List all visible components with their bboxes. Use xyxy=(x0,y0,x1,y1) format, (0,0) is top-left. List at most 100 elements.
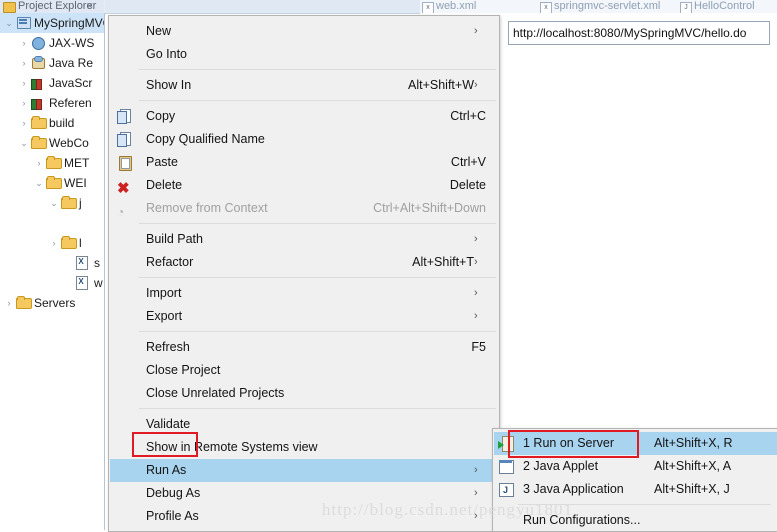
tree-item[interactable]: › Java Re xyxy=(0,53,104,73)
chevron-right-icon: › xyxy=(474,25,478,37)
tree-twisty-icon[interactable]: ⌄ xyxy=(19,133,29,153)
context-menu-item-label: Refactor xyxy=(146,255,194,269)
context-menu-item[interactable]: Validate xyxy=(110,413,498,436)
context-menu-item[interactable]: Restore from Local History... xyxy=(110,528,498,531)
context-menu-item-label: Delete xyxy=(146,178,183,192)
tree-twisty-icon[interactable]: › xyxy=(19,33,29,53)
tree-item[interactable] xyxy=(0,213,104,233)
run-as-submenu-item[interactable]: 2 Java Applet Alt+Shift+X, A xyxy=(494,455,777,478)
project-explorer-tree[interactable]: ⌄ MySpringMVC › JAX-WS › Java Re › JavaScr › Refe… xyxy=(0,13,105,530)
tree-twisty-icon[interactable] xyxy=(64,253,74,273)
tree-item[interactable]: ⌄ MySpringMVC xyxy=(0,13,104,33)
run-as-submenu-item[interactable]: Run Configurations... xyxy=(494,509,777,531)
tree-item[interactable]: › l xyxy=(0,233,104,253)
context-menu-item[interactable]: New › xyxy=(110,20,498,43)
tree-twisty-icon[interactable]: ⌄ xyxy=(49,193,59,213)
tree-item-label: MySpringMVC xyxy=(34,16,105,30)
editor-tab-label: springmvc-servlet.xml xyxy=(554,0,661,12)
run-as-submenu-item[interactable]: 3 Java Application Alt+Shift+X, J xyxy=(494,478,777,501)
context-menu-item[interactable]: Refactor Alt+Shift+T › xyxy=(110,251,498,274)
editor-tab-label: HelloControl xyxy=(694,0,755,12)
tree-item[interactable]: › Referen xyxy=(0,93,104,113)
chevron-right-icon: › xyxy=(474,287,478,299)
context-menu-item[interactable]: Profile As › xyxy=(110,505,498,528)
folder-icon xyxy=(31,136,47,150)
context-menu-item-label: Show in Remote Systems view xyxy=(146,440,318,454)
context-menu-item[interactable]: ✖ Delete Delete xyxy=(110,174,498,197)
close-icon[interactable]: ✕ xyxy=(86,0,94,13)
tree-item[interactable]: › Servers xyxy=(0,293,104,313)
menu-separator xyxy=(139,100,496,101)
run-as-submenu-item-shortcut: Alt+Shift+X, R xyxy=(654,436,733,450)
run-as-submenu[interactable]: 1 Run on Server Alt+Shift+X, R 2 Java Appl… xyxy=(492,428,777,532)
editor-tab-hellocontroller[interactable]: J HelloControl xyxy=(678,0,777,13)
context-menu-item-label: Restore from Local History... xyxy=(146,528,303,531)
context-menu-item[interactable]: Copy Ctrl+C xyxy=(110,105,498,128)
java-applet-icon xyxy=(498,459,514,474)
context-menu-item[interactable]: Build Path › xyxy=(110,228,498,251)
context-menu-item[interactable]: Refresh F5 xyxy=(110,336,498,359)
chevron-right-icon: › xyxy=(474,487,478,499)
context-menu-item-label: Copy Qualified Name xyxy=(146,132,265,146)
context-menu-item-shortcut: F5 xyxy=(471,340,486,354)
jar-icon xyxy=(31,56,47,70)
tree-item-label: l xyxy=(79,236,82,250)
context-menu-item-label: Copy xyxy=(146,109,176,123)
menu-separator xyxy=(139,69,496,70)
editor-tab-strip: x web.xml x springmvc-servlet.xml J Hell… xyxy=(420,0,777,14)
context-menu-item[interactable]: Show In Alt+Shift+W › xyxy=(110,74,498,97)
context-menu-item[interactable]: Paste Ctrl+V xyxy=(110,151,498,174)
tree-item[interactable]: › JavaScr xyxy=(0,73,104,93)
context-menu-item[interactable]: Close Project xyxy=(110,359,498,382)
context-menu-item[interactable]: Import › xyxy=(110,282,498,305)
context-menu-item[interactable]: Go Into xyxy=(110,43,498,66)
context-menu-item[interactable]: Run As › xyxy=(110,459,498,482)
tree-twisty-icon[interactable] xyxy=(64,273,74,293)
context-menu-item[interactable]: Debug As › xyxy=(110,482,498,505)
tree-twisty-icon[interactable]: ⌄ xyxy=(4,13,14,33)
delete-icon: ✖ xyxy=(117,180,130,197)
tree-item[interactable]: ⌄ j xyxy=(0,193,104,213)
context-menu-item-label: Import xyxy=(146,286,182,300)
tree-item-label: JavaScr xyxy=(49,76,93,90)
tree-twisty-icon[interactable]: › xyxy=(34,153,44,173)
run-as-submenu-item-label: 1 Run on Server xyxy=(523,436,615,450)
tree-twisty-icon[interactable]: › xyxy=(19,73,29,93)
tree-item[interactable]: w xyxy=(0,273,104,293)
tree-item[interactable]: ⌄ WebCo xyxy=(0,133,104,153)
tree-twisty-icon[interactable]: › xyxy=(49,233,59,253)
tree-item[interactable]: s xyxy=(0,253,104,273)
chevron-right-icon: › xyxy=(474,510,478,522)
editor-tab-springmvc-servlet-xml[interactable]: x springmvc-servlet.xml xyxy=(538,0,694,13)
project-context-menu[interactable]: New › Go Into Show In Alt+Shift+W › Copy Ctrl+C… xyxy=(108,15,500,532)
tree-item[interactable]: ⌄ WEI xyxy=(0,173,104,193)
url-input[interactable]: http://localhost:8080/MySpringMVC/hello.… xyxy=(508,21,770,45)
editor-tab-web-xml[interactable]: x web.xml xyxy=(420,0,554,13)
chevron-right-icon: › xyxy=(474,256,478,268)
tree-item[interactable]: › JAX-WS xyxy=(0,33,104,53)
run-as-submenu-item-label: 2 Java Applet xyxy=(523,459,599,473)
context-menu-item[interactable]: Export › xyxy=(110,305,498,328)
tree-twisty-icon[interactable]: ⌄ xyxy=(34,173,44,193)
context-menu-item-label: Paste xyxy=(146,155,178,169)
tree-twisty-icon[interactable]: › xyxy=(19,93,29,113)
view-toolbar: ▭ xyxy=(105,0,420,13)
tree-item[interactable]: › build xyxy=(0,113,104,133)
context-menu-item[interactable]: Close Unrelated Projects xyxy=(110,382,498,405)
tree-item[interactable]: › MET xyxy=(0,153,104,173)
context-menu-item-shortcut: Ctrl+V xyxy=(450,155,486,169)
jaxws-icon xyxy=(31,36,47,50)
run-as-submenu-item-label: 3 Java Application xyxy=(523,482,624,496)
context-menu-item[interactable]: Copy Qualified Name xyxy=(110,128,498,151)
tree-twisty-icon[interactable]: › xyxy=(19,113,29,133)
tree-twisty-icon[interactable]: › xyxy=(19,53,29,73)
context-icon: ◔ xyxy=(117,205,125,219)
run-as-submenu-item[interactable]: 1 Run on Server Alt+Shift+X, R xyxy=(494,432,777,455)
project-explorer-view-tab[interactable]: Project Explorer ✕ xyxy=(0,0,104,13)
folder-icon xyxy=(31,116,47,130)
context-menu-item-label: Build Path xyxy=(146,232,203,246)
menu-separator xyxy=(518,504,771,505)
tree-twisty-icon[interactable]: › xyxy=(4,293,14,313)
tree-twisty-icon[interactable] xyxy=(64,213,74,233)
context-menu-item[interactable]: Show in Remote Systems view xyxy=(110,436,498,459)
